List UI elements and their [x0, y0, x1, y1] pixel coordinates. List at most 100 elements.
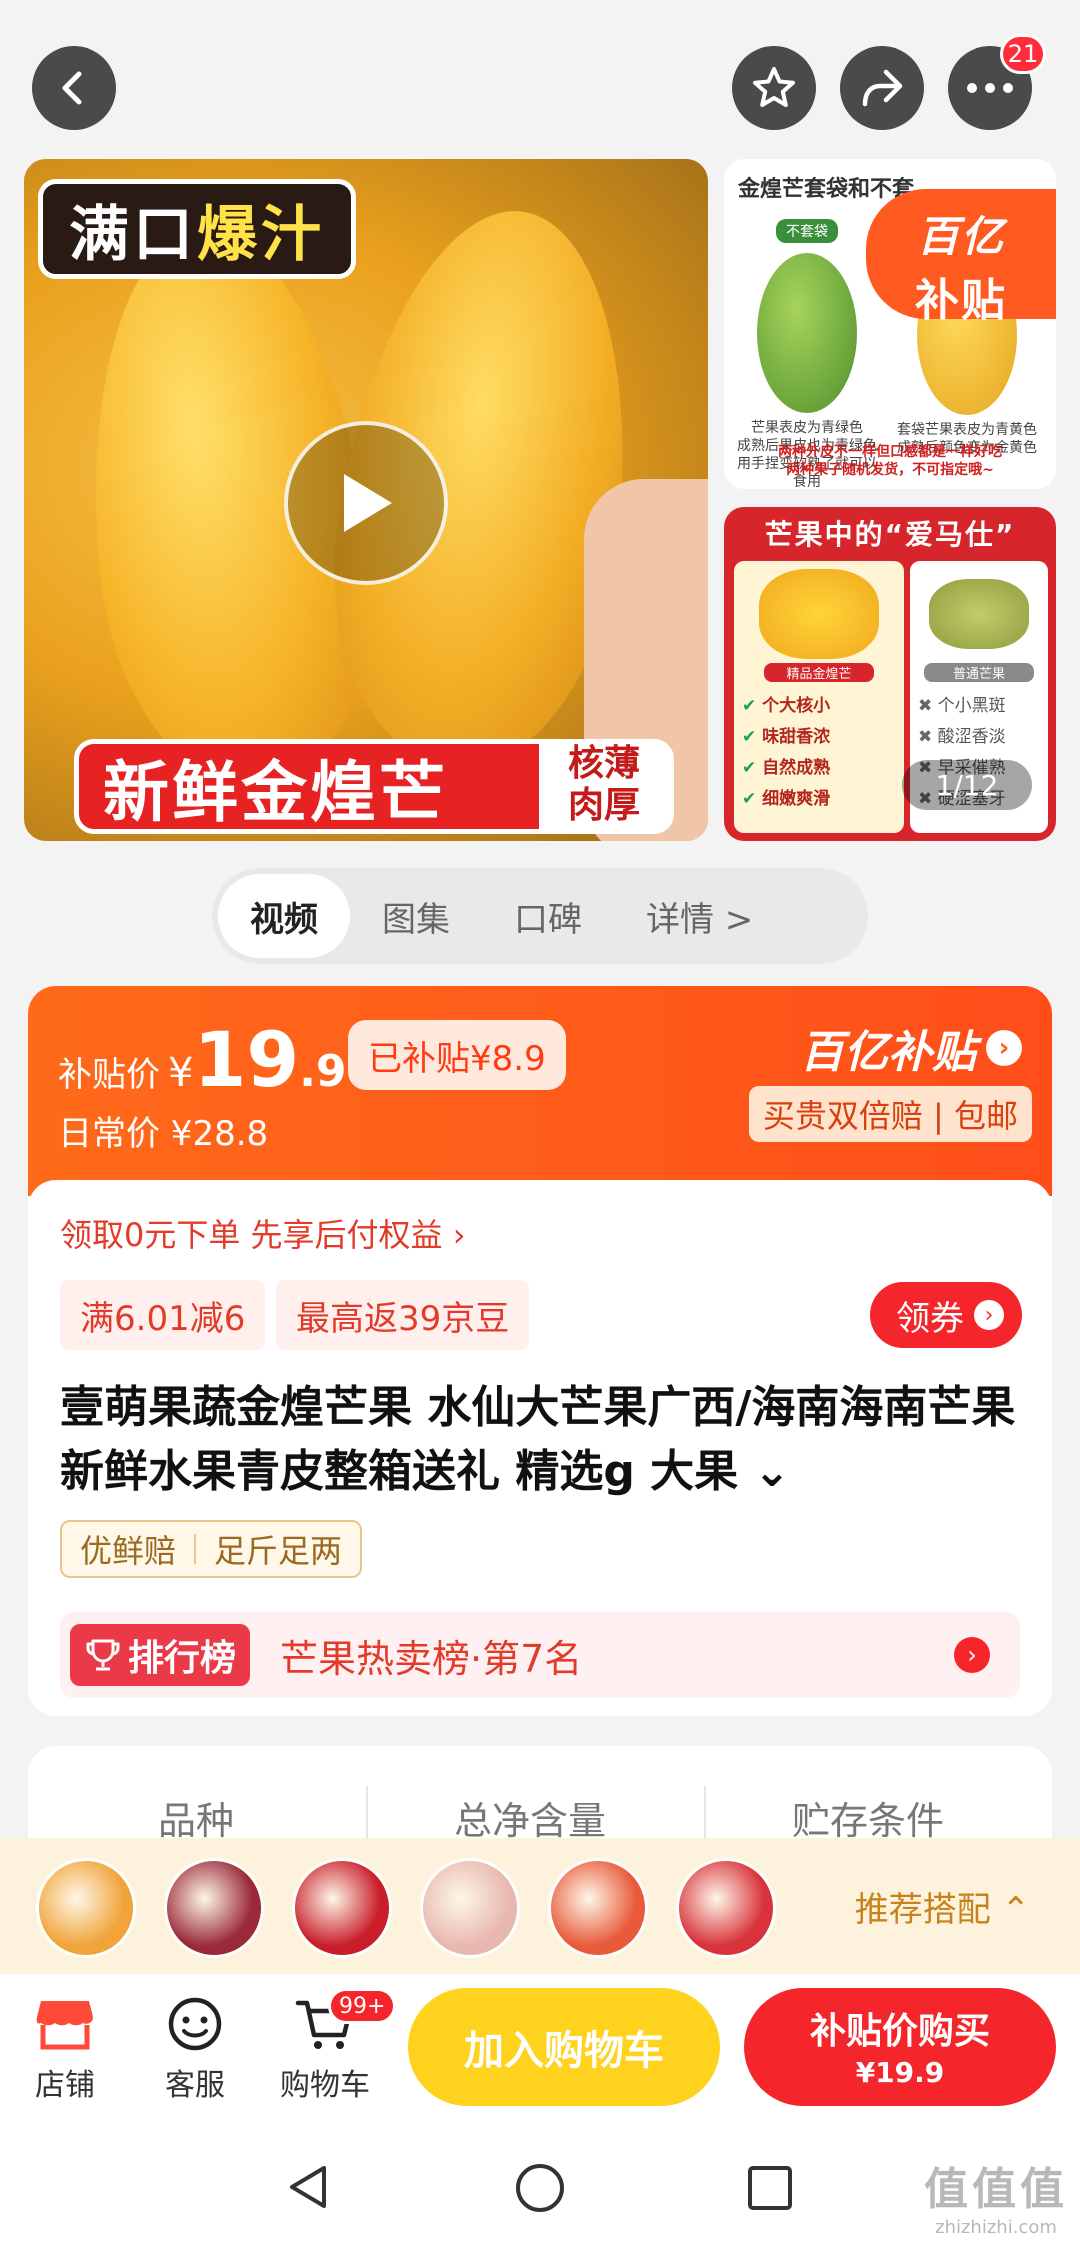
tab-details[interactable]: 详情 > — [614, 874, 785, 958]
spec-storage: 贮存条件 — [792, 1799, 945, 1843]
nav-recents-icon[interactable] — [746, 2164, 794, 2212]
ranking-text: 芒果热卖榜·第7名 — [280, 1636, 583, 1681]
no-bag-pill: 不套袋 — [776, 219, 838, 243]
desc-line: 芒果表皮为青绿色 — [751, 420, 863, 436]
subsidy-price: 补贴价 ¥ 19 .9 — [58, 1022, 347, 1098]
share-icon — [862, 69, 903, 107]
ranking-badge-label: 排行榜 — [128, 1638, 237, 1679]
buy-now-label: 补贴价购买 — [809, 2011, 990, 2052]
guarantee-badge[interactable]: 买贵双倍赔 | 包邮 — [748, 1086, 1032, 1142]
main-product-video[interactable]: 满口 爆汁 新鲜金煌芒 核薄 肉厚 — [24, 159, 708, 841]
service-tags[interactable]: 优鲜赔 足斤足两 — [60, 1520, 363, 1578]
fresh-guarantee-tag: 优鲜赔 — [80, 1532, 177, 1570]
site-watermark: 值值值 zhizhizhi.com — [924, 2153, 1068, 2238]
product-info-body: 领取0元下单 先享后付权益 › 满6.01减6 最高返39京豆 领券 › 壹萌果… — [28, 1180, 1052, 1716]
recommend-thumb[interactable] — [292, 1858, 392, 1958]
feature-item: 细嫩爽滑 — [734, 781, 904, 812]
product-title[interactable]: 壹萌果蔬金煌芒果 水仙大芒果广西/海南海南芒果新鲜水果青皮整箱送礼 精选g 大果… — [60, 1376, 1030, 1504]
get-coupon-button[interactable]: 领券 › — [870, 1282, 1022, 1348]
notification-badge: 21 — [1000, 34, 1046, 74]
spec-net-weight: 总净含量 — [454, 1799, 607, 1843]
banner-side: 核薄 肉厚 — [539, 739, 669, 834]
bottom-action-bar: 店铺 客服 购物车 99+ 加入购物车 补贴价购买 ¥19.9 — [0, 1974, 1080, 2124]
billion-subsidy-badge: 百亿 补贴 — [866, 189, 1056, 326]
jd-beans-chip[interactable]: 最高返39京豆 — [276, 1280, 530, 1350]
banner-title: 新鲜金煌芒 — [103, 753, 448, 831]
recommend-bar: 推荐搭配 ⌃ — [0, 1838, 1080, 1974]
badge-line2: 补贴 — [915, 275, 1007, 326]
page-indicator: 1/12 — [902, 760, 1032, 810]
chevron-right-icon: › — [974, 1300, 1004, 1330]
store-button[interactable]: 店铺 — [10, 1988, 120, 2104]
juicy-tag-highlight: 爆汁 — [197, 199, 325, 270]
buy-now-button[interactable]: 补贴价购买 ¥19.9 — [744, 1988, 1056, 2106]
feature-item: 味甜香浓 — [734, 719, 904, 750]
badge-line1: 百亿 — [916, 212, 1005, 261]
ranking-badge: 排行榜 — [70, 1624, 251, 1686]
recommend-thumb[interactable] — [420, 1858, 520, 1958]
recommend-thumb[interactable] — [548, 1858, 648, 1958]
back-button[interactable] — [32, 46, 116, 130]
billion-subsidy-link[interactable]: 百亿补贴 › — [800, 1016, 1022, 1080]
chevron-right-icon: › — [954, 1637, 990, 1673]
product-gallery[interactable]: 满口 爆汁 新鲜金煌芒 核薄 肉厚 金煌芒套袋和不套 不套袋 芒果表皮为青绿色 … — [0, 155, 1080, 845]
store-label: 店铺 — [35, 2068, 95, 2103]
recommend-thumb[interactable] — [36, 1858, 136, 1958]
cart-count-badge: 99+ — [328, 1988, 397, 2024]
customer-service-button[interactable]: 客服 — [140, 1988, 250, 2104]
thumb-bottom-note: 两种外皮不一样但口感都是一样好吃 两种果子随机发货，不可指定哦~ — [724, 443, 1056, 479]
watermark-url: zhizhizhi.com — [935, 2217, 1057, 2238]
subsidy-amount-chip: 已补贴¥8.9 — [348, 1020, 566, 1090]
service-label: 客服 — [165, 2068, 225, 2103]
price-decimal: .9 — [299, 1046, 347, 1097]
tab-gallery[interactable]: 图集 — [350, 874, 482, 958]
green-mango-image — [757, 253, 857, 413]
chevron-right-icon: › — [986, 1030, 1022, 1066]
play-icon — [344, 474, 392, 532]
watermark-logo: 值值值 — [924, 2164, 1068, 2215]
tab-video[interactable]: 视频 — [218, 874, 350, 958]
juicy-tag: 满口 爆汁 — [38, 179, 356, 279]
compare-title: 芒果中的“爱马仕” — [764, 518, 1016, 551]
nav-home-icon[interactable] — [514, 2162, 566, 2214]
buy-now-price: ¥19.9 — [855, 2056, 945, 2089]
favorite-button[interactable] — [732, 46, 816, 130]
recommend-thumb[interactable] — [676, 1858, 776, 1958]
discount-chip[interactable]: 满6.01减6 — [60, 1280, 266, 1350]
pay-later-link[interactable]: 领取0元下单 先享后付权益 › — [60, 1210, 466, 1256]
share-button[interactable] — [840, 46, 924, 130]
price-label: 补贴价 — [58, 1055, 160, 1095]
price-header: 补贴价 ¥ 19 .9 已补贴¥8.9 日常价 ¥28.8 百亿补贴 › 买贵双… — [28, 986, 1052, 1196]
star-icon — [753, 67, 795, 107]
recommend-toggle[interactable]: 推荐搭配 ⌃ — [855, 1882, 1030, 1931]
gallery-thumb-bagging[interactable]: 金煌芒套袋和不套 不套袋 芒果表皮为青绿色 成熟后果皮也为青绿色 用手捏变软熟了… — [724, 159, 1056, 489]
feature-item: 酸涩香淡 — [910, 719, 1048, 750]
play-video-button[interactable] — [284, 421, 448, 585]
product-info-card: 补贴价 ¥ 19 .9 已补贴¥8.9 日常价 ¥28.8 百亿补贴 › 买贵双… — [28, 986, 1052, 1716]
feature-item: 自然成熟 — [734, 750, 904, 781]
banner-side-line1: 核薄 — [567, 743, 640, 784]
desc-line: 套袋芒果表皮为青黄色 — [897, 422, 1037, 438]
billion-subsidy-logo: 百亿补贴 — [800, 1027, 976, 1078]
more-button[interactable]: 21 — [948, 34, 1046, 130]
daily-price: 日常价 ¥28.8 — [58, 1114, 269, 1154]
ranking-bar[interactable]: 排行榜 芒果热卖榜·第7名 › — [60, 1612, 1020, 1698]
cart-label: 购物车 — [280, 2068, 370, 2103]
premium-label: 精品金煌芒 — [764, 663, 874, 682]
nav-back-icon[interactable] — [284, 2162, 334, 2212]
recommend-thumb[interactable] — [164, 1858, 264, 1958]
price-currency: ¥ — [168, 1050, 194, 1096]
more-dots-icon — [967, 83, 1013, 93]
juicy-tag-text: 满口 — [69, 199, 197, 270]
feature-item: 个大核小 — [734, 688, 904, 719]
normal-label: 普通芒果 — [924, 663, 1034, 682]
banner-side-line2: 肉厚 — [567, 785, 640, 826]
add-to-cart-button[interactable]: 加入购物车 — [408, 1988, 720, 2106]
price-integer: 19 — [193, 1015, 300, 1104]
fresh-mango-banner: 新鲜金煌芒 核薄 肉厚 — [74, 739, 674, 834]
note-line: 两种果子随机发货，不可指定哦~ — [786, 462, 994, 478]
back-arrow-icon — [62, 71, 82, 105]
cart-button[interactable]: 购物车 99+ — [270, 1988, 397, 2104]
tab-reviews[interactable]: 口碑 — [482, 874, 614, 958]
customer-service-icon — [168, 1997, 222, 2051]
